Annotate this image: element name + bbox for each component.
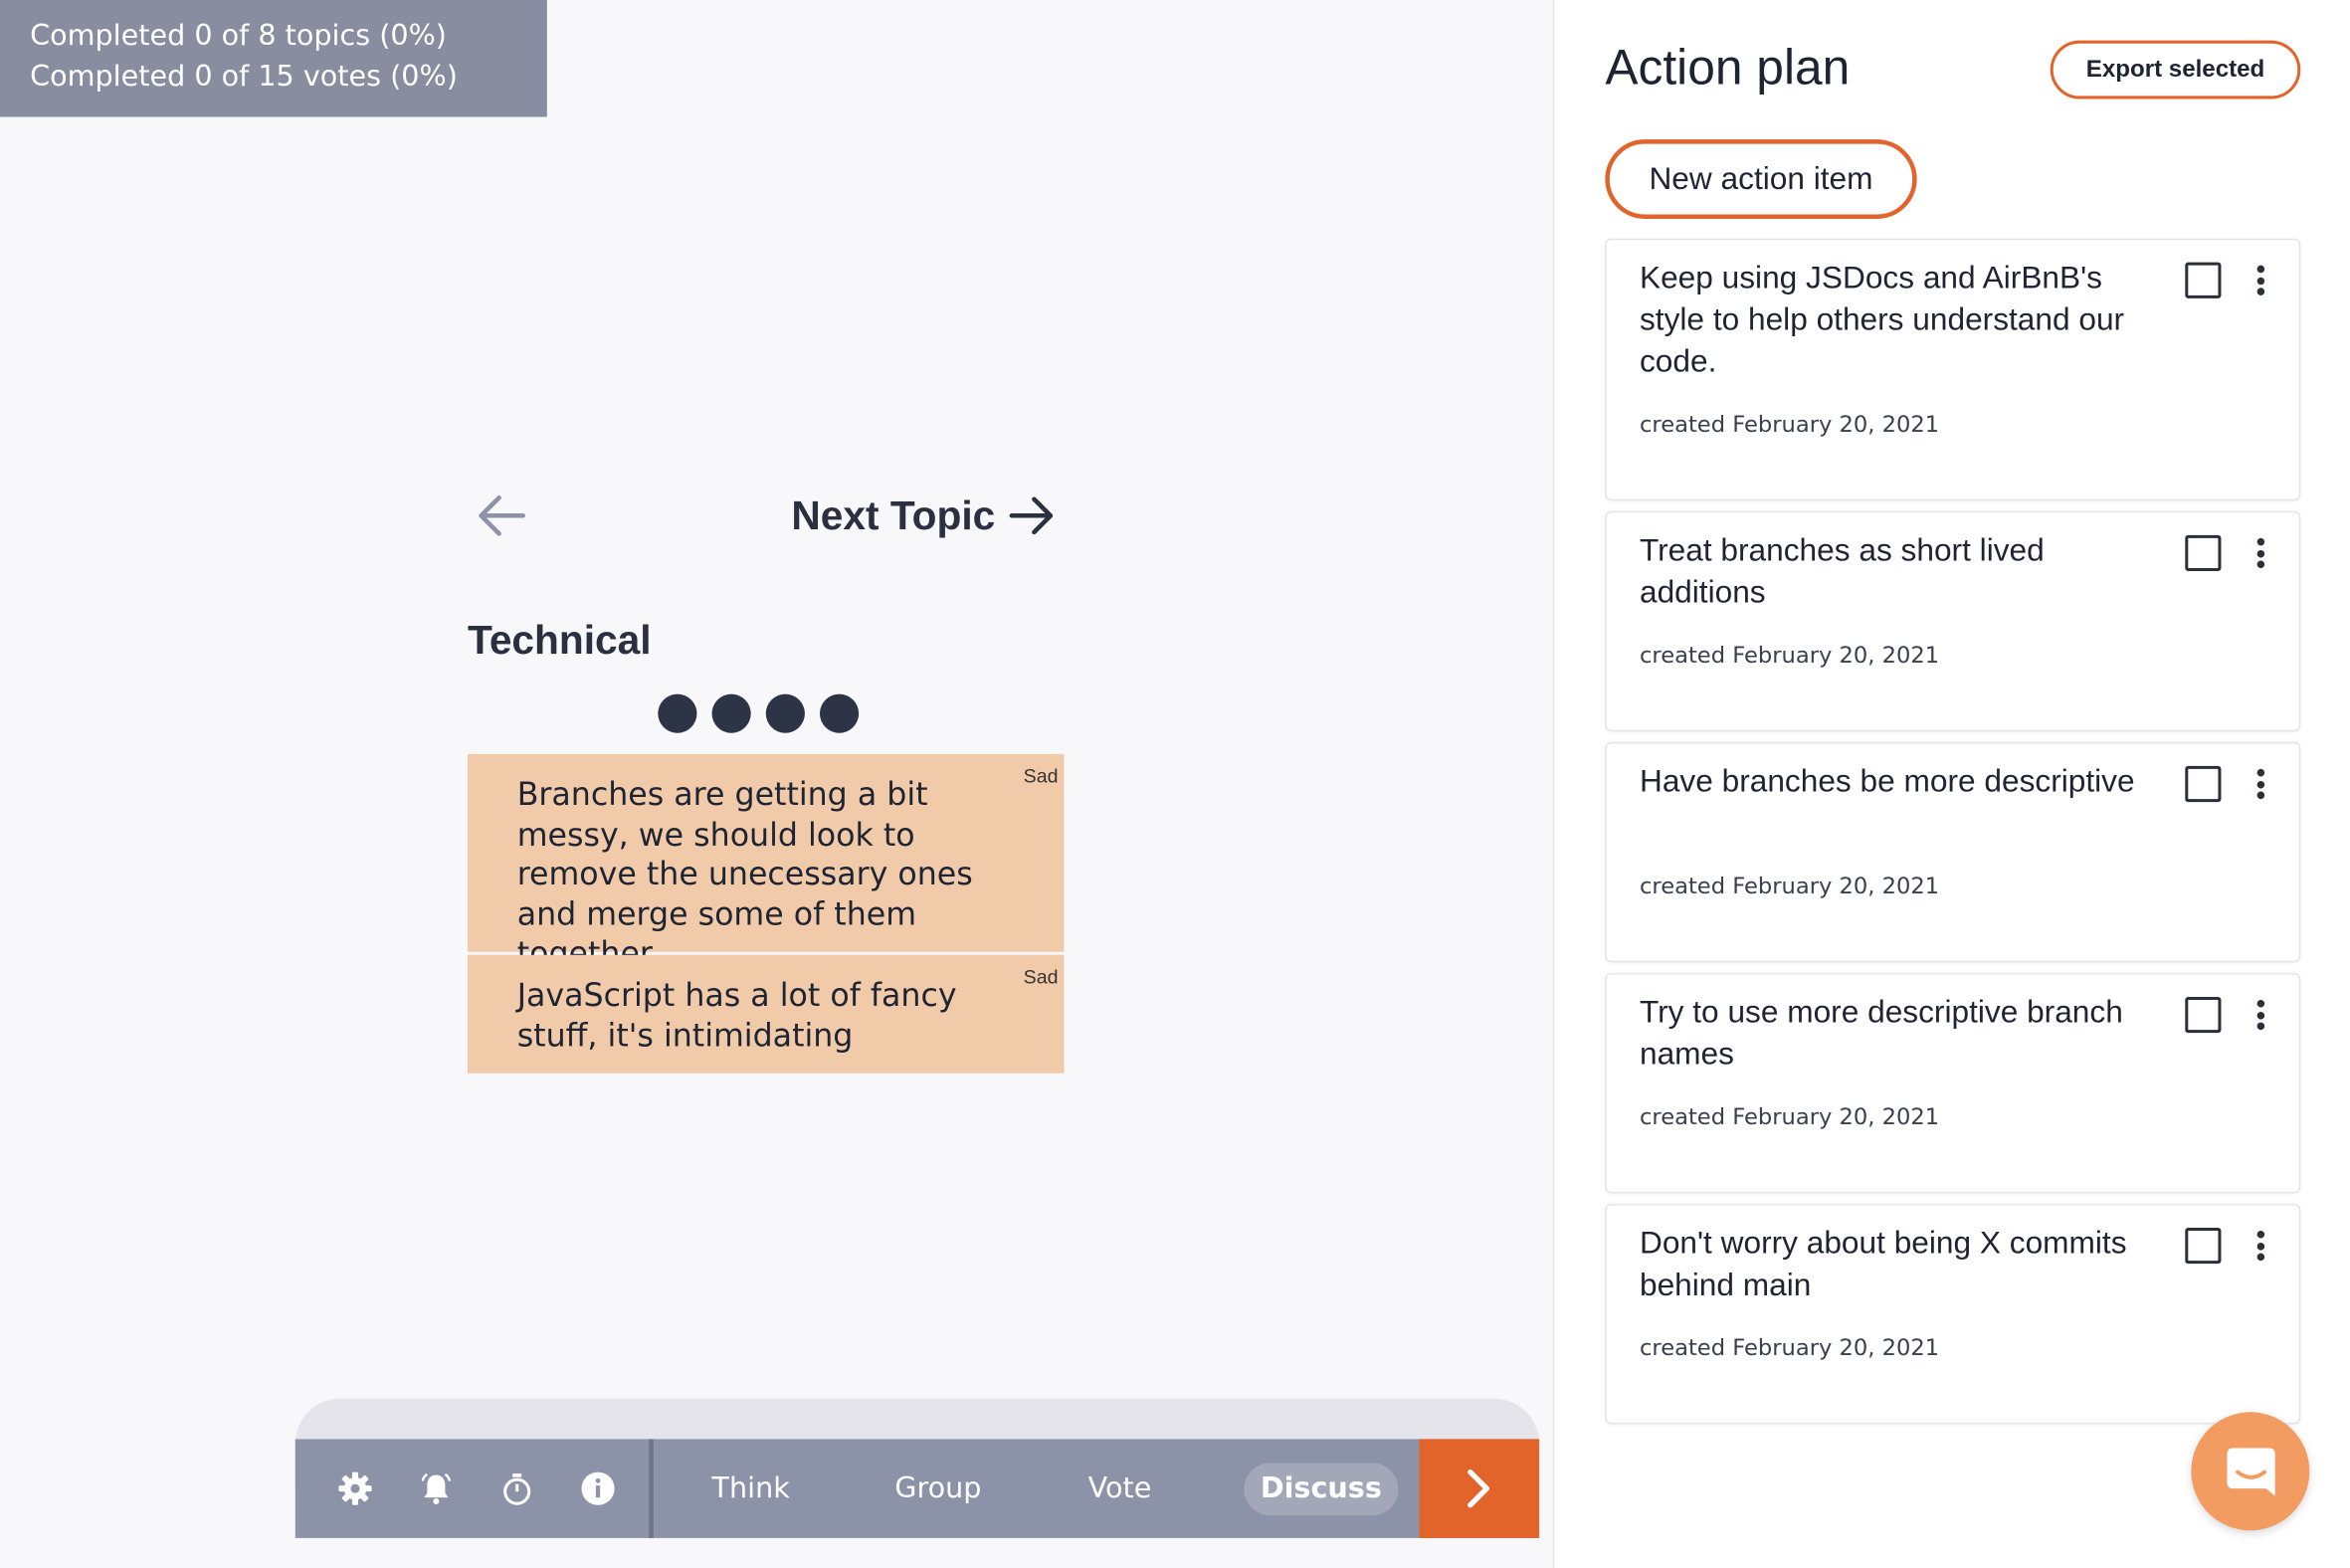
- action-item-checkbox[interactable]: [2185, 1227, 2222, 1265]
- chevron-right-icon: [1468, 1469, 1489, 1508]
- previous-topic-button[interactable]: [474, 489, 530, 542]
- action-item: Try to use more descriptive branch names…: [1605, 972, 2301, 1194]
- action-item: Keep using JSDocs and AirBnB's style to …: [1605, 238, 2301, 501]
- more-vertical-icon[interactable]: [2252, 995, 2269, 1034]
- card-text: Branches are getting a bit messy, we sho…: [516, 776, 973, 972]
- card-tag: Sad: [1023, 965, 1059, 988]
- stopwatch-icon[interactable]: [499, 1470, 535, 1506]
- arrow-left-icon: [479, 494, 525, 536]
- action-item-text: Try to use more descriptive branch names: [1639, 995, 2123, 1073]
- stage-toolbar: Think Group Vote Discuss: [294, 1439, 1540, 1538]
- retro-card[interactable]: Sad JavaScript has a lot of fancy stuff,…: [467, 954, 1065, 1074]
- action-item-date: created February 20, 2021: [1639, 1333, 1940, 1362]
- chat-launcher-button[interactable]: [2191, 1412, 2310, 1531]
- more-vertical-icon[interactable]: [2252, 764, 2269, 803]
- action-item-checkbox[interactable]: [2185, 534, 2222, 572]
- step-vote[interactable]: Vote: [1088, 1439, 1152, 1537]
- step-discuss[interactable]: Discuss: [1244, 1463, 1399, 1516]
- action-item-checkbox[interactable]: [2185, 996, 2222, 1034]
- topic-title: Technical: [467, 617, 652, 663]
- vote-dot: [711, 693, 751, 733]
- vote-dot: [658, 693, 697, 733]
- step-group[interactable]: Group: [894, 1439, 981, 1537]
- action-item: Have branches be more descriptive create…: [1605, 741, 2301, 963]
- new-action-item-button[interactable]: New action item: [1605, 139, 1917, 219]
- more-vertical-icon[interactable]: [2252, 261, 2269, 299]
- info-icon[interactable]: [580, 1470, 616, 1506]
- arrow-right-icon: [1009, 496, 1054, 535]
- gear-icon[interactable]: [337, 1470, 373, 1506]
- step-think[interactable]: Think: [712, 1439, 790, 1537]
- next-stage-button[interactable]: [1419, 1439, 1540, 1538]
- more-vertical-icon[interactable]: [2252, 533, 2269, 572]
- action-item-text: Have branches be more descriptive: [1639, 764, 2135, 800]
- action-plan-title: Action plan: [1605, 39, 1851, 95]
- action-item: Treat branches as short lived additions …: [1605, 510, 2301, 732]
- action-item-text: Keep using JSDocs and AirBnB's style to …: [1639, 261, 2125, 380]
- retro-card[interactable]: Sad Branches are getting a bit messy, we…: [467, 753, 1065, 971]
- action-item-date: created February 20, 2021: [1639, 410, 1940, 438]
- action-item-text: Treat branches as short lived additions: [1639, 533, 2045, 611]
- action-plan-panel: Action plan Export selected New action i…: [1552, 0, 2350, 1568]
- card-tag: Sad: [1023, 764, 1059, 788]
- vote-dot: [765, 693, 805, 733]
- action-item-checkbox[interactable]: [2185, 262, 2222, 298]
- next-topic-label: Next Topic: [791, 491, 996, 538]
- action-item-date: created February 20, 2021: [1639, 1102, 1940, 1131]
- action-item-date: created February 20, 2021: [1639, 641, 1940, 669]
- action-item-text: Don't worry about being X commits behind…: [1639, 1226, 2127, 1303]
- export-selected-button[interactable]: Export selected: [2050, 40, 2301, 99]
- votes-progress: Completed 0 of 15 votes (0%): [30, 60, 458, 94]
- stage-steps: Think Group Vote Discuss: [654, 1439, 1539, 1537]
- toolbar-icons: [295, 1439, 654, 1538]
- vote-dots: [658, 693, 860, 733]
- more-vertical-icon[interactable]: [2252, 1226, 2269, 1265]
- vote-dot: [819, 693, 860, 733]
- action-item-checkbox[interactable]: [2185, 765, 2222, 803]
- action-item: Don't worry about being X commits behind…: [1605, 1203, 2301, 1425]
- bell-icon[interactable]: [418, 1470, 454, 1506]
- chat-icon: [2226, 1447, 2274, 1495]
- app-stage: Completed 0 of 8 topics (0%) Completed 0…: [0, 0, 2350, 1568]
- action-item-date: created February 20, 2021: [1639, 872, 1940, 900]
- card-text: JavaScript has a lot of fancy stuff, it'…: [516, 977, 957, 1054]
- topics-progress: Completed 0 of 8 topics (0%): [30, 19, 447, 53]
- next-topic-button[interactable]: Next Topic: [791, 486, 1058, 545]
- progress-summary: Completed 0 of 8 topics (0%) Completed 0…: [0, 0, 547, 117]
